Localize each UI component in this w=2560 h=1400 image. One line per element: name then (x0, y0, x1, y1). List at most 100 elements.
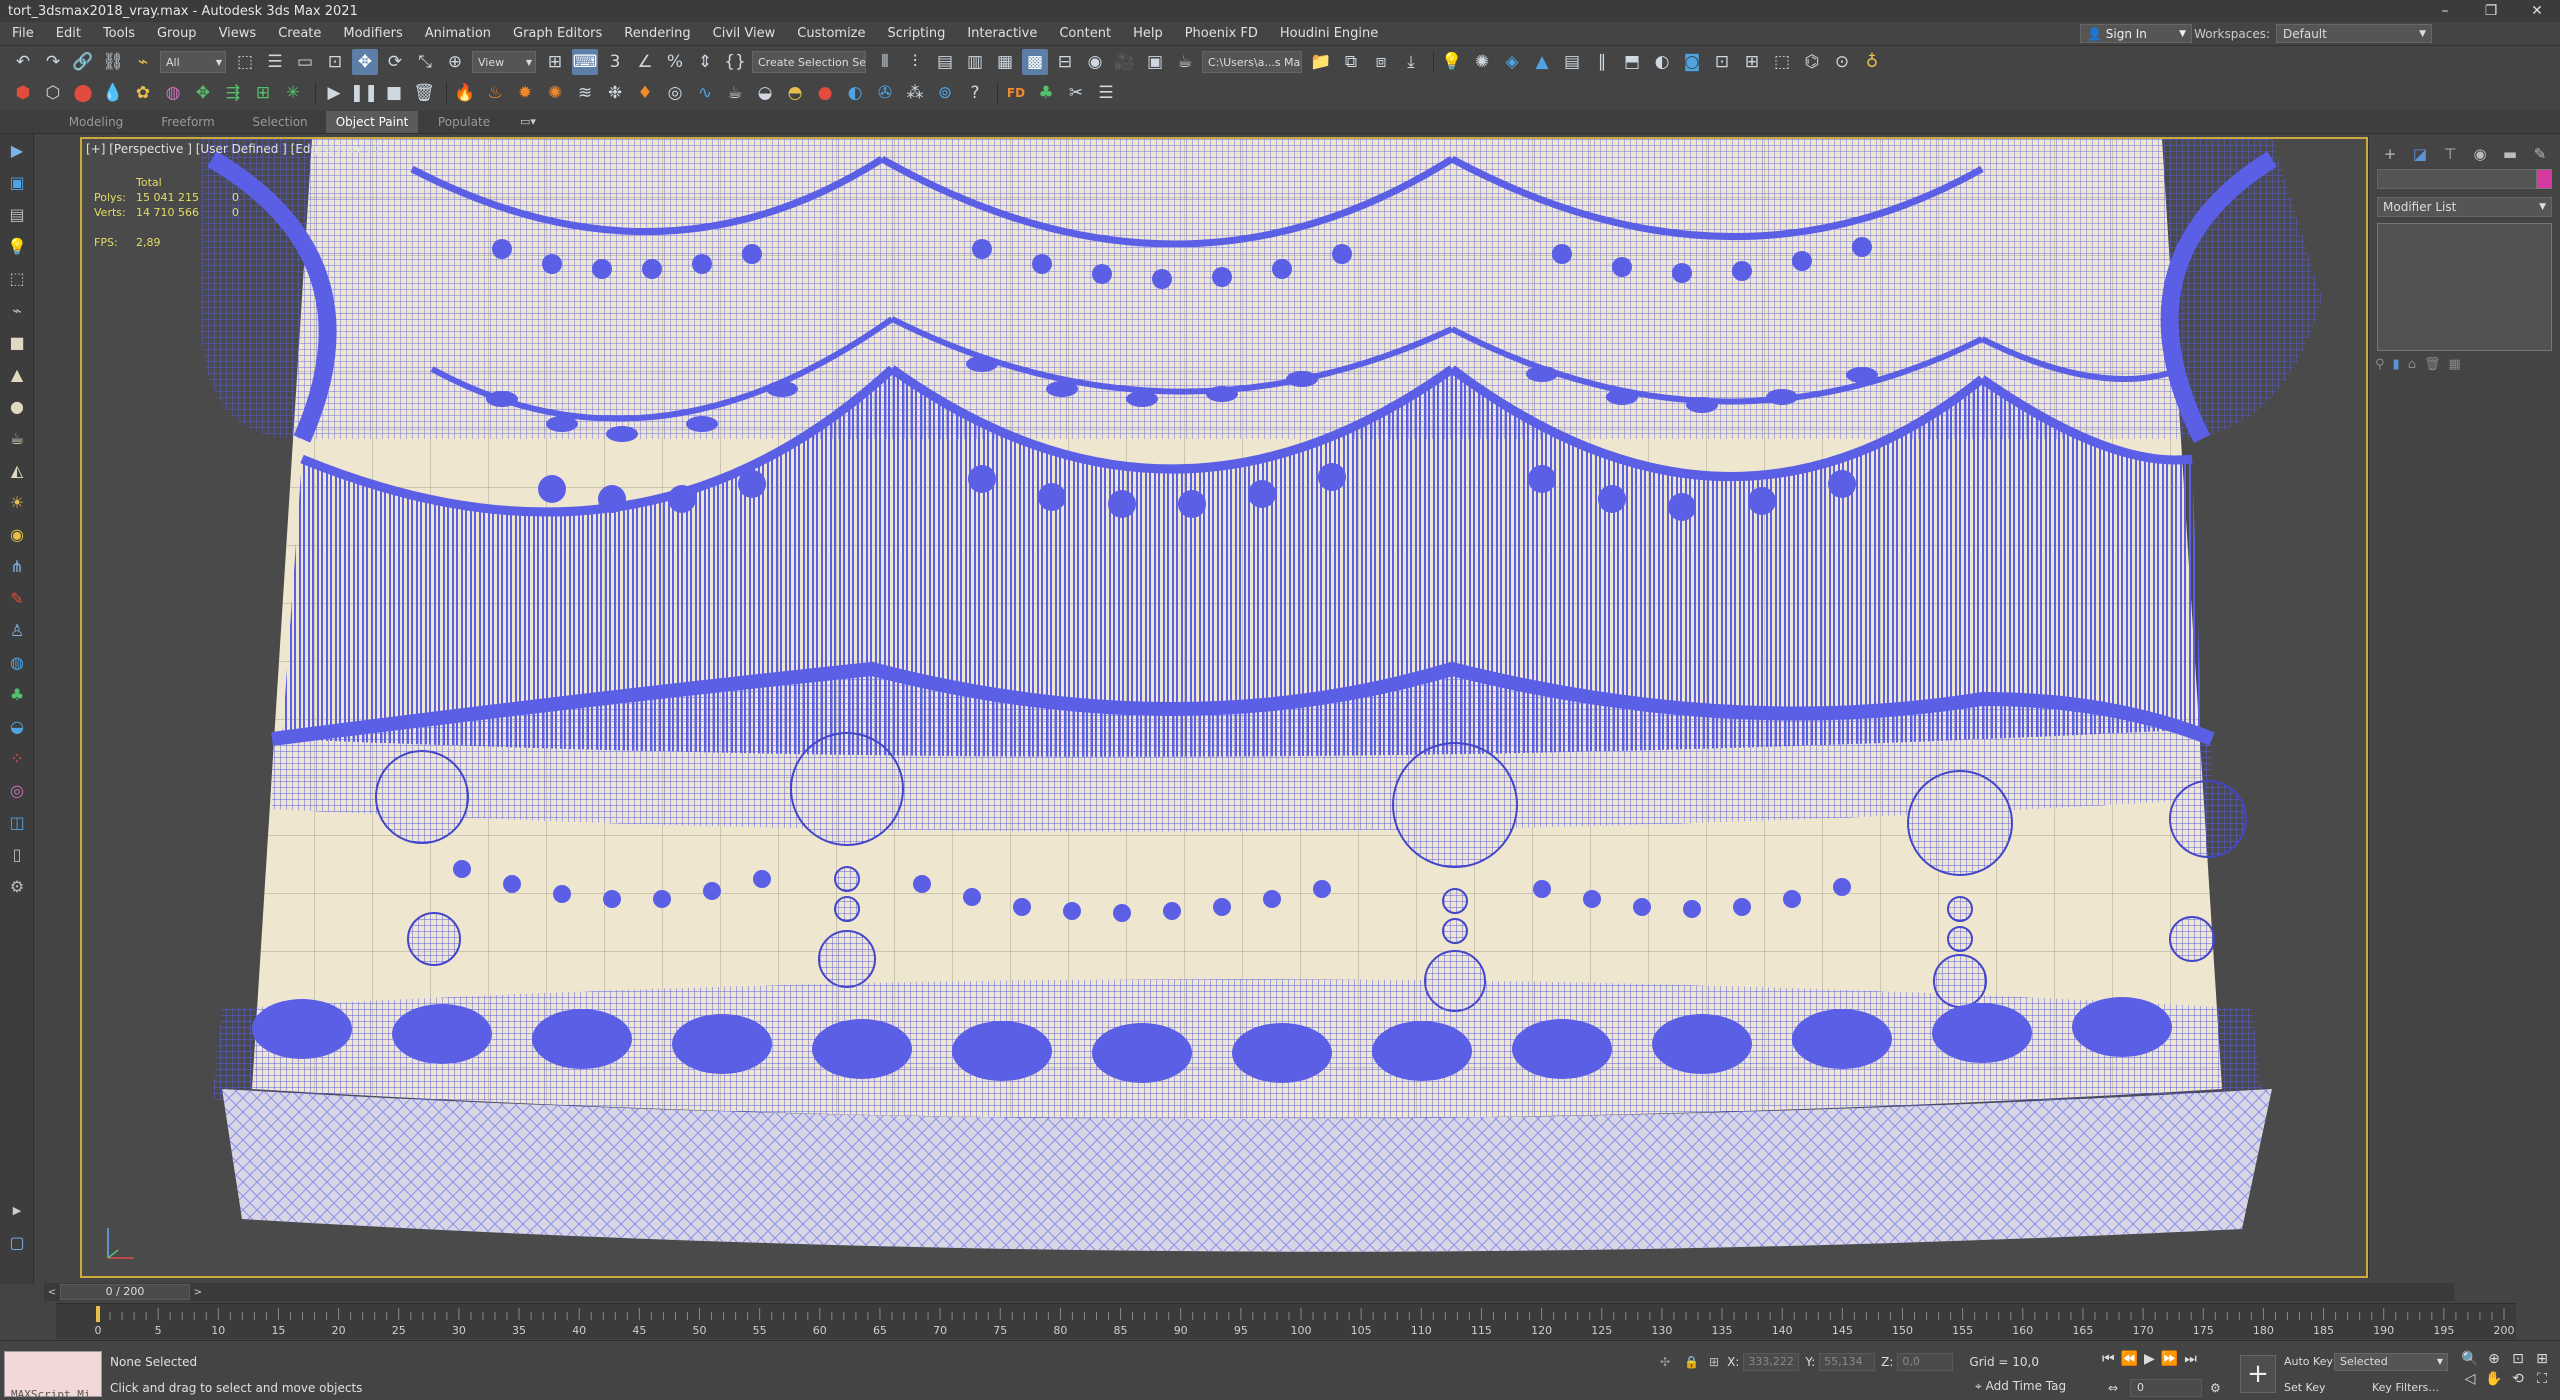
plant-icon[interactable]: ♣ (0, 678, 34, 710)
viewport-label[interactable]: [+] [Perspective ] [User Defined ] [Edge… (86, 142, 379, 156)
globe-icon[interactable]: ◍ (0, 646, 34, 678)
phoenix-fire-icon[interactable]: 🔥 (452, 80, 478, 106)
phoenix-particle-icon[interactable]: ⁂ (902, 80, 928, 106)
time-configuration-icon[interactable]: ⚙ (2210, 1381, 2221, 1395)
orbit-icon[interactable]: ⟲ (2508, 1371, 2528, 1387)
phoenix-cup-icon[interactable]: ☕ (722, 80, 748, 106)
select-object-icon[interactable]: ⬚ (232, 49, 258, 75)
toggle-ribbon-icon[interactable]: ▦ (992, 49, 1018, 75)
phoenix-pot-icon[interactable]: ◒ (752, 80, 778, 106)
keyboard-shortcut-override-icon[interactable]: ⌨ (572, 49, 598, 75)
phoenix-burn-icon[interactable]: ♦ (632, 80, 658, 106)
redo-icon[interactable]: ↷ (40, 49, 66, 75)
play-icon[interactable]: ▶ (321, 80, 347, 106)
lights-icon[interactable]: 💡 (0, 230, 34, 262)
container-icon[interactable]: ▯ (0, 838, 34, 870)
current-frame-field[interactable]: 0 (2130, 1379, 2202, 1397)
configure-sets-icon[interactable]: ▦ (2448, 357, 2460, 372)
menu-modifiers[interactable]: Modifiers (332, 26, 413, 41)
object-name-field[interactable] (2377, 169, 2552, 189)
menu-scripting[interactable]: Scripting (877, 26, 957, 41)
phoenix-blue-icon[interactable]: ◐ (842, 80, 868, 106)
menu-tools[interactable]: Tools (92, 26, 146, 41)
torus-icon[interactable]: ◉ (0, 518, 34, 550)
sign-in-dropdown[interactable]: 👤 Sign In ▼ (2080, 24, 2192, 43)
display-tab-icon[interactable]: ▬ (2495, 145, 2525, 163)
phoenix-foam-icon[interactable]: ❉ (602, 80, 628, 106)
sun-icon[interactable]: ☀ (0, 486, 34, 518)
time-slider-thumb[interactable]: 0 / 200 (60, 1284, 190, 1300)
tree-icon[interactable]: ♣ (1033, 80, 1059, 106)
phoenix-red-icon[interactable]: ● (812, 80, 838, 106)
space-warps-icon[interactable]: ⌁ (0, 294, 34, 326)
maximize-viewport-icon[interactable]: ⛶ (2532, 1371, 2552, 1387)
zoom-all-icon[interactable]: ⊕ (2484, 1351, 2504, 1367)
show-end-result-icon[interactable]: ▮ (2393, 357, 2400, 372)
next-frame-icon[interactable]: > (190, 1284, 206, 1300)
create-tab-icon[interactable]: + (2375, 145, 2405, 163)
material-icon[interactable]: ◎ (0, 774, 34, 806)
light-lister-icon[interactable]: 💡 (1439, 49, 1465, 75)
cube-red-icon[interactable]: ⬢ (10, 80, 36, 106)
phoenix-wave-icon[interactable]: ∿ (692, 80, 718, 106)
tools-icon[interactable]: ✂ (1063, 80, 1089, 106)
folder-icon[interactable]: 📁 (1308, 49, 1334, 75)
absolute-mode-icon[interactable]: ⊞ (1709, 1355, 1719, 1369)
vray-frame-buffer-icon[interactable]: ◙ (1679, 49, 1705, 75)
help-icon[interactable]: ? (962, 80, 988, 106)
compound-icon[interactable]: ◫ (0, 806, 34, 838)
person-icon[interactable]: ♙ (0, 614, 34, 646)
project-folder-dropdown[interactable]: C:\Users\a...s Max 2021 (1202, 51, 1302, 73)
go-to-end-icon[interactable]: ⏭ (2184, 1351, 2197, 1367)
time-slider[interactable]: < 0 / 200 > (44, 1283, 2454, 1301)
modifier-stack[interactable] (2377, 223, 2552, 351)
add-time-tag[interactable]: ⌖ Add Time Tag (1975, 1379, 2066, 1394)
drop-icon[interactable]: 💧 (100, 80, 126, 106)
stop-icon[interactable]: ■ (381, 80, 407, 106)
schematic-view-icon[interactable]: ⊟ (1052, 49, 1078, 75)
vray-proxy-icon[interactable]: ▤ (1559, 49, 1585, 75)
toggle-scene-explorer-icon[interactable]: ▤ (932, 49, 958, 75)
zoom-extents-icon[interactable]: ⊡ (2508, 1351, 2528, 1367)
select-and-rotate-icon[interactable]: ⟳ (382, 49, 408, 75)
cone-icon[interactable]: ▲ (0, 358, 34, 390)
pink-sphere-icon[interactable]: ◍ (160, 80, 186, 106)
sphere-red-icon[interactable]: ⬤ (70, 80, 96, 106)
expand-arrow-icon[interactable]: ▶ (0, 1194, 34, 1226)
vray-lens-effects-icon[interactable]: ⊡ (1709, 49, 1735, 75)
undo-icon[interactable]: ↶ (10, 49, 36, 75)
phoenix-ocean-icon[interactable]: ≋ (572, 80, 598, 106)
pyramid-icon[interactable]: ◭ (0, 454, 34, 486)
layers-icon[interactable]: ⧉ (1338, 49, 1364, 75)
unlink-icon[interactable]: ⛓ (100, 49, 126, 75)
display-icon[interactable]: ▣ (0, 166, 34, 198)
vray-sphere-fade-icon[interactable]: ◐ (1649, 49, 1675, 75)
modifier-list-dropdown[interactable]: Modifier List ▼ (2377, 197, 2552, 217)
reference-coordinate-dropdown[interactable]: View ▼ (472, 51, 536, 73)
rendered-frame-window-icon[interactable]: ▣ (1142, 49, 1168, 75)
paint-icon[interactable]: ✎ (0, 582, 34, 614)
close-icon[interactable]: ✕ (2514, 3, 2560, 19)
vray-light-icon[interactable]: ▲ (1529, 49, 1555, 75)
field-of-view-icon[interactable]: ◁ (2460, 1371, 2480, 1387)
modify-tab-icon[interactable]: ◪ (2405, 145, 2435, 163)
mirror-icon[interactable]: ⫴ (872, 49, 898, 75)
menu-graph-editors[interactable]: Graph Editors (502, 26, 613, 41)
menu-file[interactable]: File (0, 26, 45, 41)
vray-mesh-export-icon[interactable]: ⬒ (1619, 49, 1645, 75)
select-and-move-icon[interactable]: ✥ (352, 49, 378, 75)
list-icon[interactable]: ☰ (1093, 80, 1119, 106)
tab-object-paint[interactable]: Object Paint (326, 110, 418, 133)
zoom-icon[interactable]: 🔍 (2460, 1351, 2480, 1367)
object-color-swatch[interactable] (2536, 169, 2552, 189)
vray-lightmix-icon[interactable]: ⊙ (1829, 49, 1855, 75)
x-field[interactable]: 333,222 (1743, 1353, 1800, 1371)
make-unique-icon[interactable]: ⌂ (2408, 357, 2416, 372)
trash-icon[interactable]: 🗑 (411, 80, 437, 106)
align-icon[interactable]: ⫶ (902, 49, 928, 75)
selection-filter-dropdown[interactable]: All ▼ (160, 51, 226, 73)
z-field[interactable]: 0,0 (1897, 1353, 1954, 1371)
vray-settings-icon[interactable]: ✺ (1469, 49, 1495, 75)
select-and-scale-icon[interactable]: ⤡ (412, 49, 438, 75)
sphere-icon[interactable]: ● (0, 390, 34, 422)
